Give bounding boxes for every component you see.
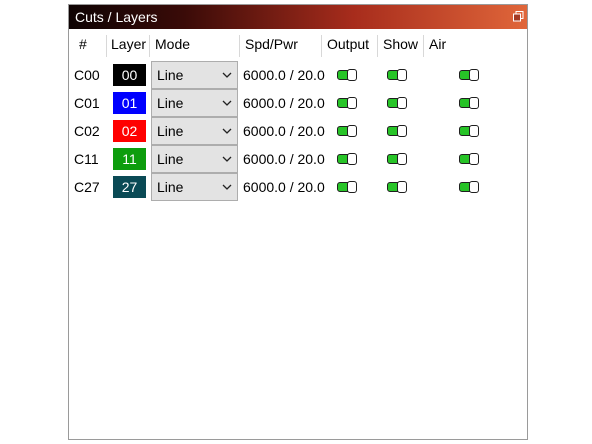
cut-id: C01 (74, 95, 100, 111)
show-toggle[interactable] (387, 153, 407, 165)
layers-table-header: # Layer Mode Spd/Pwr Output Show Air (69, 29, 527, 61)
toggle-knob (397, 125, 407, 137)
layer-color-swatch[interactable]: 02 (113, 120, 146, 142)
column-header-layer: Layer (111, 36, 147, 52)
layer-row[interactable]: C02 02 Line 6000.0 / 20.0 (69, 117, 527, 145)
chevron-down-icon (222, 72, 232, 78)
mode-select[interactable]: Line (151, 89, 238, 117)
layer-color-swatch[interactable]: 27 (113, 176, 146, 198)
column-header-number: # (79, 36, 87, 52)
mode-value: Line (157, 67, 184, 83)
speed-power-value[interactable]: 6000.0 / 20.0 (243, 173, 325, 201)
cut-id: C27 (74, 179, 100, 195)
column-header-mode: Mode (155, 36, 191, 52)
cut-id: C11 (74, 151, 99, 167)
mode-value: Line (157, 151, 184, 167)
toggle-knob (469, 97, 479, 109)
mode-value: Line (157, 95, 184, 111)
toggle-knob (397, 181, 407, 193)
layer-color-swatch[interactable]: 01 (113, 92, 146, 114)
layer-row[interactable]: C11 11 Line 6000.0 / 20.0 (69, 145, 527, 173)
mode-value: Line (157, 179, 184, 195)
chevron-down-icon (222, 184, 232, 190)
chevron-down-icon (222, 128, 232, 134)
air-toggle[interactable] (459, 181, 479, 193)
column-header-output: Output (327, 36, 370, 52)
toggle-knob (469, 153, 479, 165)
toggle-knob (347, 125, 357, 137)
toggle-knob (397, 97, 407, 109)
layer-row[interactable]: C01 01 Line 6000.0 / 20.0 (69, 89, 527, 117)
mode-select[interactable]: Line (151, 117, 238, 145)
layer-row[interactable]: C00 00 Line 6000.0 / 20.0 (69, 61, 527, 89)
mode-select[interactable]: Line (151, 173, 238, 201)
output-toggle[interactable] (337, 69, 357, 81)
panel-title: Cuts / Layers (75, 9, 158, 25)
cuts-layers-panel: Cuts / Layers # Layer Mode Spd/Pwr Outpu… (68, 4, 528, 440)
output-toggle[interactable] (337, 181, 357, 193)
layer-row[interactable]: C27 27 Line 6000.0 / 20.0 (69, 173, 527, 201)
show-toggle[interactable] (387, 69, 407, 81)
cut-id: C02 (74, 123, 100, 139)
toggle-knob (347, 181, 357, 193)
layer-color-swatch[interactable]: 11 (113, 148, 146, 170)
chevron-down-icon (222, 156, 232, 162)
toggle-knob (469, 181, 479, 193)
toggle-knob (347, 97, 357, 109)
output-toggle[interactable] (337, 97, 357, 109)
show-toggle[interactable] (387, 97, 407, 109)
restore-window-icon[interactable] (513, 11, 524, 22)
column-header-air: Air (429, 36, 447, 52)
panel-titlebar[interactable]: Cuts / Layers (69, 5, 527, 29)
column-header-show: Show (383, 36, 419, 52)
air-toggle[interactable] (459, 69, 479, 81)
speed-power-value[interactable]: 6000.0 / 20.0 (243, 145, 325, 173)
layer-color-swatch[interactable]: 00 (113, 64, 146, 86)
mode-value: Line (157, 123, 184, 139)
toggle-knob (397, 69, 407, 81)
air-toggle[interactable] (459, 125, 479, 137)
toggle-knob (347, 69, 357, 81)
air-toggle[interactable] (459, 153, 479, 165)
mode-select[interactable]: Line (151, 61, 238, 89)
cut-id: C00 (74, 67, 100, 83)
toggle-knob (469, 69, 479, 81)
toggle-knob (397, 153, 407, 165)
show-toggle[interactable] (387, 125, 407, 137)
column-header-spd-pwr: Spd/Pwr (245, 36, 298, 52)
speed-power-value[interactable]: 6000.0 / 20.0 (243, 89, 325, 117)
speed-power-value[interactable]: 6000.0 / 20.0 (243, 61, 325, 89)
air-toggle[interactable] (459, 97, 479, 109)
speed-power-value[interactable]: 6000.0 / 20.0 (243, 117, 325, 145)
mode-select[interactable]: Line (151, 145, 238, 173)
output-toggle[interactable] (337, 125, 357, 137)
toggle-knob (469, 125, 479, 137)
output-toggle[interactable] (337, 153, 357, 165)
chevron-down-icon (222, 100, 232, 106)
toggle-knob (347, 153, 357, 165)
show-toggle[interactable] (387, 181, 407, 193)
